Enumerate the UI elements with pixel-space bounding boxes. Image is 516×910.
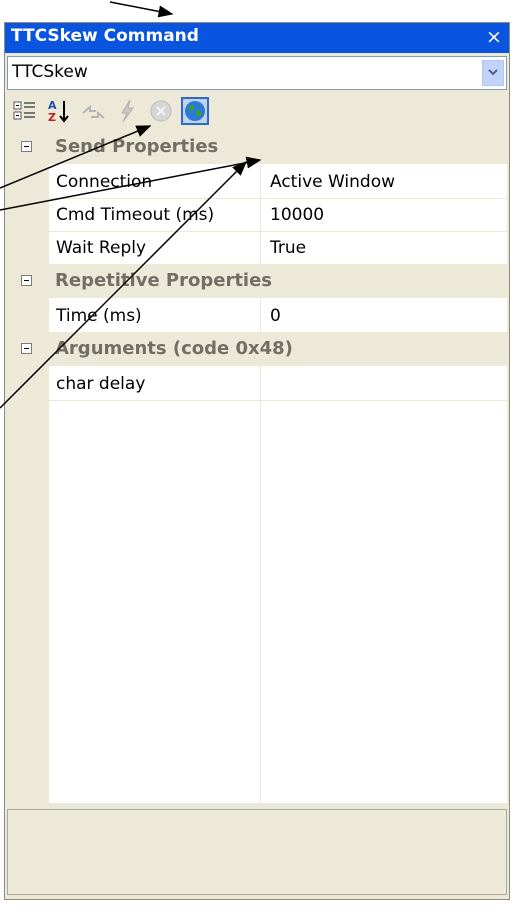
category-repetitive-properties[interactable]: Repetitive Properties xyxy=(7,265,507,298)
title-bar: TTCSkew Command × xyxy=(5,23,509,53)
property-value[interactable]: Active Window xyxy=(270,172,395,192)
globe-icon[interactable] xyxy=(181,97,209,125)
toolbar: A Z xyxy=(7,93,507,129)
property-row-wait-reply[interactable]: Wait Reply True xyxy=(49,232,507,265)
command-select-value: TTCSkew xyxy=(12,62,88,82)
property-value[interactable]: 10000 xyxy=(270,205,324,225)
property-name: Time (ms) xyxy=(56,306,142,326)
lightning-icon[interactable] xyxy=(113,97,141,125)
property-grid: Send Properties Connection Active Window… xyxy=(7,131,507,803)
category-label: Arguments (code 0x48) xyxy=(55,338,293,359)
property-row-char-delay[interactable]: char delay xyxy=(49,368,507,401)
property-name: Connection xyxy=(56,172,153,192)
property-value[interactable]: 0 xyxy=(270,306,281,326)
description-pane xyxy=(7,809,507,895)
property-name: Wait Reply xyxy=(56,238,147,258)
grid-gutter xyxy=(7,131,49,803)
category-label: Repetitive Properties xyxy=(55,270,273,291)
row-separator xyxy=(260,300,261,333)
cancel-icon[interactable] xyxy=(147,97,175,125)
row-separator xyxy=(260,232,261,265)
row-separator xyxy=(260,199,261,232)
category-send-properties[interactable]: Send Properties xyxy=(7,131,507,164)
collapse-icon[interactable] xyxy=(21,343,32,354)
property-name: Cmd Timeout (ms) xyxy=(56,205,215,225)
window-title: TTCSkew Command xyxy=(11,26,199,46)
property-row-cmd-timeout[interactable]: Cmd Timeout (ms) 10000 xyxy=(49,199,507,232)
category-arguments[interactable]: Arguments (code 0x48) xyxy=(7,333,507,366)
categorized-icon[interactable] xyxy=(11,97,39,125)
row-separator xyxy=(260,166,261,199)
row-separator xyxy=(260,368,261,401)
category-label: Send Properties xyxy=(55,136,219,157)
alphabetical-sort-icon[interactable]: A Z xyxy=(45,97,73,125)
property-row-connection[interactable]: Connection Active Window xyxy=(49,166,507,199)
command-select[interactable]: TTCSkew xyxy=(7,56,507,90)
collapse-icon[interactable] xyxy=(21,275,32,286)
annotation-arrow xyxy=(109,1,174,18)
property-pages-icon[interactable] xyxy=(79,97,107,125)
property-row-time[interactable]: Time (ms) 0 xyxy=(49,300,507,333)
property-panel: TTCSkew Command × TTCSkew A Z Send Prope… xyxy=(4,22,510,900)
collapse-icon[interactable] xyxy=(21,141,32,152)
close-icon[interactable]: × xyxy=(483,24,505,50)
property-value[interactable]: True xyxy=(270,238,306,258)
svg-text:Z: Z xyxy=(48,111,56,124)
chevron-down-icon[interactable] xyxy=(482,60,504,86)
property-name: char delay xyxy=(56,374,146,394)
